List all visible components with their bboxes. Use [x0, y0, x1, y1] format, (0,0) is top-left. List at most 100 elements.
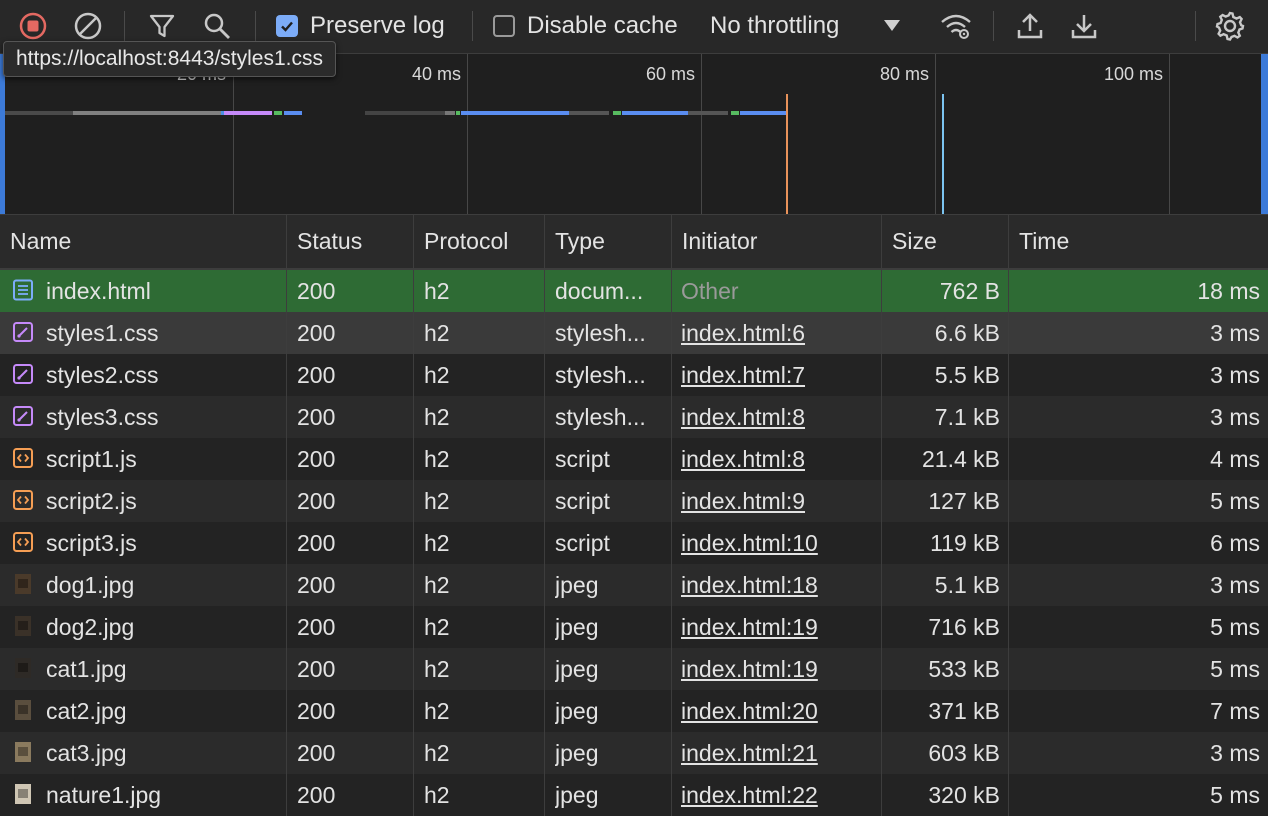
stylesheet-icon: [12, 405, 34, 427]
initiator-link[interactable]: index.html:22: [681, 774, 876, 816]
checkbox-checked-icon: [276, 15, 298, 37]
status-cell: 200: [297, 488, 336, 514]
network-settings-button[interactable]: [1213, 9, 1247, 43]
protocol-cell: h2: [424, 320, 450, 346]
column-header-protocol[interactable]: Protocol: [414, 215, 508, 268]
table-row[interactable]: cat2.jpg 200 h2 jpeg index.html:20 371 kB 7 ms: [0, 690, 1268, 732]
stylesheet-icon: [12, 321, 34, 343]
type-cell: stylesh...: [555, 404, 646, 430]
request-name: script1.js: [46, 446, 137, 472]
request-name: cat3.jpg: [46, 740, 127, 766]
time-cell: 5 ms: [1210, 782, 1260, 808]
size-cell: 119 kB: [930, 530, 1000, 556]
search-button[interactable]: [200, 9, 234, 43]
column-header-name[interactable]: Name: [0, 215, 71, 268]
status-cell: 200: [297, 404, 336, 430]
protocol-cell: h2: [424, 698, 450, 724]
protocol-cell: h2: [424, 278, 450, 304]
type-cell: script: [555, 530, 610, 556]
table-row[interactable]: index.html 200 h2 docum... Other 762 B 18 ms: [0, 270, 1268, 312]
initiator-link[interactable]: index.html:18: [681, 564, 876, 606]
time-cell: 3 ms: [1210, 572, 1260, 598]
protocol-cell: h2: [424, 782, 450, 808]
preserve-log-label: Preserve log: [310, 12, 445, 39]
clear-button[interactable]: [71, 9, 105, 43]
image-thumbnail-icon: [12, 699, 34, 721]
url-tooltip: https://localhost:8443/styles1.css: [3, 41, 336, 77]
table-row[interactable]: cat1.jpg 200 h2 jpeg index.html:19 533 kB 5 ms: [0, 648, 1268, 690]
table-row[interactable]: script1.js 200 h2 script index.html:8 21.4 kB…: [0, 438, 1268, 480]
initiator-link[interactable]: index.html:6: [681, 312, 876, 354]
import-har-button[interactable]: [1013, 9, 1047, 43]
type-cell: stylesh...: [555, 320, 646, 346]
chevron-down-icon[interactable]: [884, 20, 900, 31]
preserve-log-checkbox[interactable]: Preserve log: [276, 12, 445, 40]
image-thumbnail-icon: [12, 615, 34, 637]
script-icon: [12, 447, 34, 469]
initiator-link[interactable]: index.html:8: [681, 438, 876, 480]
column-header-size[interactable]: Size: [882, 215, 937, 268]
table-row[interactable]: nature1.jpg 200 h2 jpeg index.html:22 320 kB 5…: [0, 774, 1268, 816]
filter-icon: [149, 14, 175, 38]
upload-icon: [1017, 13, 1043, 39]
time-cell: 3 ms: [1210, 320, 1260, 346]
time-cell: 7 ms: [1210, 698, 1260, 724]
initiator-link[interactable]: index.html:20: [681, 690, 876, 732]
filter-button[interactable]: [145, 9, 179, 43]
wifi-settings-icon: [941, 14, 971, 39]
initiator-link[interactable]: index.html:9: [681, 480, 876, 522]
time-cell: 5 ms: [1210, 656, 1260, 682]
time-cell: 3 ms: [1210, 362, 1260, 388]
time-cell: 3 ms: [1210, 740, 1260, 766]
request-name: dog1.jpg: [46, 572, 135, 598]
type-cell: jpeg: [555, 656, 599, 682]
column-header-type[interactable]: Type: [545, 215, 605, 268]
size-cell: 7.1 kB: [934, 404, 1000, 430]
request-name: nature1.jpg: [46, 782, 162, 808]
size-cell: 21.4 kB: [922, 446, 1000, 472]
image-thumbnail-icon: [12, 657, 34, 679]
protocol-cell: h2: [424, 404, 450, 430]
initiator-link[interactable]: index.html:19: [681, 606, 876, 648]
column-header-time[interactable]: Time: [1009, 215, 1069, 268]
table-row[interactable]: styles1.css 200 h2 stylesh... index.html:6 6.…: [0, 312, 1268, 354]
gear-icon: [1215, 11, 1245, 41]
table-row[interactable]: styles3.css 200 h2 stylesh... index.html:8 7.…: [0, 396, 1268, 438]
time-cell: 4 ms: [1210, 446, 1260, 472]
table-row[interactable]: styles2.css 200 h2 stylesh... index.html:7 5.…: [0, 354, 1268, 396]
network-overview-timeline[interactable]: 20 ms 40 ms 60 ms 80 ms 100 ms: [0, 54, 1268, 215]
request-name: cat1.jpg: [46, 656, 127, 682]
initiator-link[interactable]: index.html:19: [681, 648, 876, 690]
column-header-initiator[interactable]: Initiator: [672, 215, 757, 268]
initiator-link[interactable]: index.html:10: [681, 522, 876, 564]
table-row[interactable]: dog1.jpg 200 h2 jpeg index.html:18 5.1 kB 3 ms: [0, 564, 1268, 606]
request-name: styles1.css: [46, 320, 159, 346]
status-cell: 200: [297, 278, 336, 304]
time-cell: 5 ms: [1210, 488, 1260, 514]
size-cell: 371 kB: [928, 698, 1000, 724]
status-cell: 200: [297, 320, 336, 346]
protocol-cell: h2: [424, 740, 450, 766]
type-cell: jpeg: [555, 782, 599, 808]
network-conditions-button[interactable]: [939, 9, 973, 43]
size-cell: 762 B: [939, 278, 1000, 304]
throttling-select[interactable]: No throttling: [710, 12, 839, 40]
time-cell: 18 ms: [1197, 278, 1260, 304]
search-icon: [204, 13, 230, 39]
stop-recording-icon: [19, 12, 47, 40]
status-cell: 200: [297, 572, 336, 598]
request-name: script2.js: [46, 488, 137, 514]
image-thumbnail-icon: [12, 573, 34, 595]
initiator-link[interactable]: index.html:21: [681, 732, 876, 774]
table-row[interactable]: cat3.jpg 200 h2 jpeg index.html:21 603 kB 3 ms: [0, 732, 1268, 774]
column-header-status[interactable]: Status: [287, 215, 362, 268]
table-row[interactable]: dog2.jpg 200 h2 jpeg index.html:19 716 kB 5 ms: [0, 606, 1268, 648]
initiator-link[interactable]: index.html:8: [681, 396, 876, 438]
script-icon: [12, 489, 34, 511]
table-row[interactable]: script3.js 200 h2 script index.html:10 119 kB…: [0, 522, 1268, 564]
stop-recording-button[interactable]: [16, 9, 50, 43]
disable-cache-checkbox[interactable]: Disable cache: [493, 12, 678, 40]
initiator-link[interactable]: index.html:7: [681, 354, 876, 396]
table-row[interactable]: script2.js 200 h2 script index.html:9 127 kB 5…: [0, 480, 1268, 522]
export-har-button[interactable]: [1067, 9, 1101, 43]
